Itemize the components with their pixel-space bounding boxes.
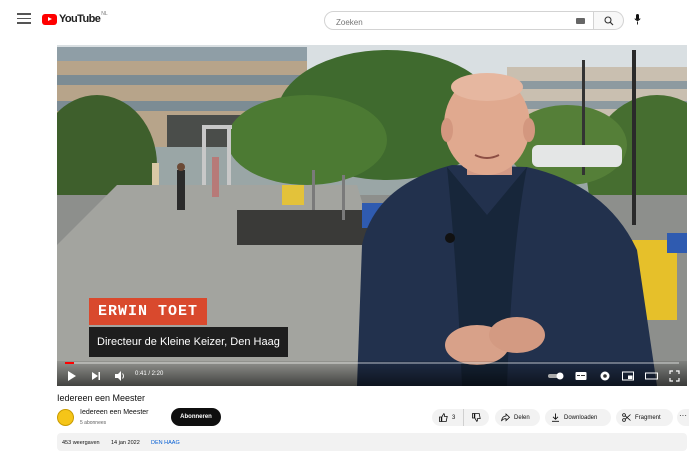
search-input[interactable] [325,14,545,31]
progress-bar[interactable] [65,362,679,364]
upload-date: 14 jan 2022 [111,440,140,446]
channel-avatar[interactable] [57,409,74,426]
subtitles-icon[interactable] [575,370,587,382]
search-button[interactable] [594,11,624,30]
dislike-button[interactable] [464,409,489,426]
more-actions-button[interactable]: ··· [677,409,689,426]
theater-icon[interactable] [645,370,658,382]
lower-third-role: Directeur de Kleine Keizer, Den Haag [89,327,288,357]
settings-icon[interactable] [599,370,611,382]
miniplayer-icon[interactable] [622,370,634,382]
location-tag[interactable]: DEN HAAG [151,440,180,446]
like-count: 3 [452,414,456,421]
player-controls: 0:41 / 2:20 [57,361,687,386]
menu-icon[interactable] [17,13,31,25]
search-icon [603,15,613,25]
youtube-logo[interactable]: YouTube NL [42,11,108,25]
channel-name[interactable]: Iedereen een Meester [80,409,149,416]
like-button[interactable]: 3 [432,409,464,426]
next-icon[interactable] [91,370,101,382]
share-icon [501,413,510,422]
video-title: Iedereen een Meester [57,393,146,403]
fullscreen-icon[interactable] [669,370,680,382]
share-label: Delen [514,414,530,421]
country-code: NL [101,11,108,17]
video-player[interactable]: ERWIN TOET Directeur de Kleine Keizer, D… [57,45,687,386]
subscriber-count: 5 abonnees [80,420,107,426]
share-button[interactable]: Delen [495,409,540,426]
clip-label: Fragment [635,414,661,421]
search-box [324,11,594,31]
mic-icon[interactable] [634,14,641,25]
like-dislike-group: 3 [432,409,489,426]
clip-button[interactable]: Fragment [616,409,673,426]
lower-third-name: ERWIN TOET [89,298,208,325]
thumbs-up-icon [439,413,448,422]
volume-icon[interactable] [114,370,126,382]
download-label: Downloaden [564,414,598,421]
progress-fill [65,362,74,364]
keyboard-icon[interactable] [576,18,585,24]
time-display: 0:41 / 2:20 [135,371,164,377]
logo-text: YouTube [59,13,101,25]
autoplay-toggle-icon[interactable] [547,370,565,382]
view-count: 453 weergaven [62,440,100,446]
subscribe-button[interactable]: Abonneren [171,408,221,426]
scissors-icon [622,413,631,422]
download-icon [552,413,559,422]
thumbs-down-icon [472,413,481,422]
youtube-logo-icon [42,13,57,25]
top-bar: YouTube NL [0,0,689,40]
description-box[interactable]: 453 weergaven 14 jan 2022 DEN HAAG [57,433,687,451]
download-button[interactable]: Downloaden [545,409,611,426]
play-icon[interactable] [67,370,77,382]
